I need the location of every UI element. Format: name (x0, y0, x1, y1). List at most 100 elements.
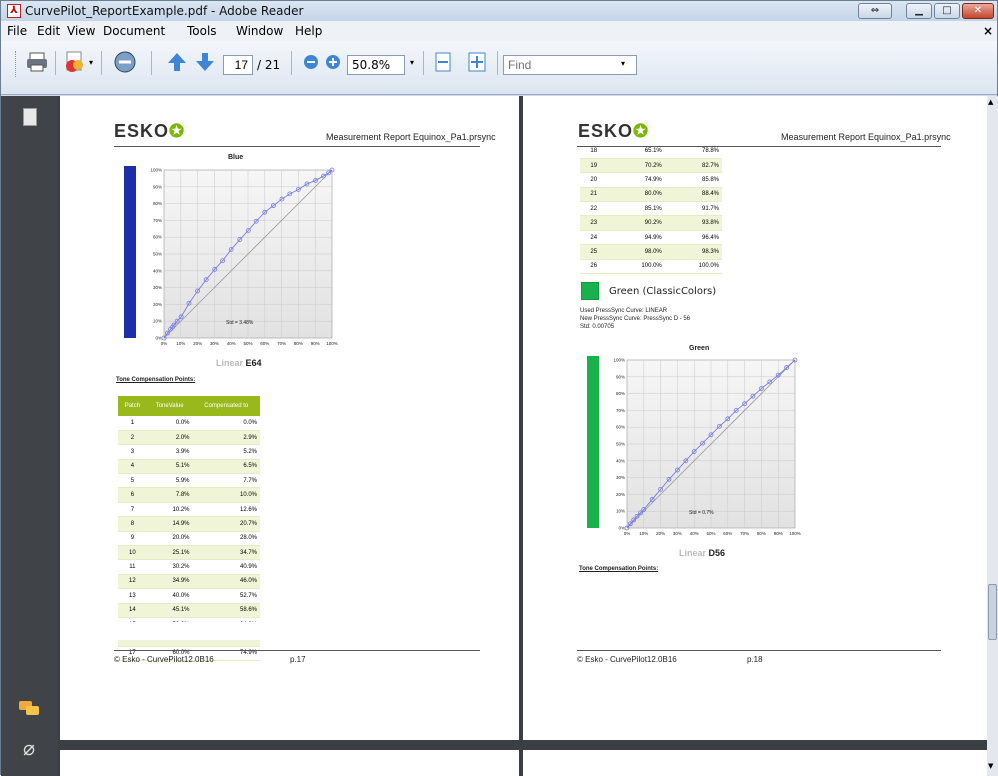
tonevalue-cell: 7.8% (146, 487, 193, 503)
patch-cell: 14 (118, 603, 147, 618)
zoom-chevron-down-icon[interactable]: ▾ (410, 58, 414, 67)
menu-tools[interactable]: Tools (187, 24, 217, 38)
y-tick-label: 10% (153, 319, 162, 324)
menu-edit[interactable]: Edit (37, 24, 60, 38)
menu-bar: File Edit View Document Tools Window Hel… (1, 21, 997, 41)
scroll-up-arrow-icon[interactable]: ▲ (988, 98, 993, 106)
y-tick-label: 70% (153, 218, 162, 223)
x-tick-label: 40% (227, 341, 236, 346)
y-tick-label: 30% (616, 475, 625, 480)
zoom-level-select[interactable]: 50.8% (347, 55, 405, 75)
compensated-cell: 91.7% (664, 201, 722, 217)
close-window-button[interactable]: ✕ (962, 3, 994, 19)
collaborate-icon[interactable] (113, 50, 137, 74)
tonevalue-cell: 2.0% (146, 430, 193, 446)
y-tick-label: 0% (155, 336, 162, 341)
table-row: 12 34.9% 46.0% (118, 574, 260, 590)
navigation-panel: ⌀ (1, 96, 58, 776)
patch-cell: 20 (580, 172, 608, 188)
x-tick-label: 60% (723, 531, 732, 536)
page-total: / 21 (257, 58, 281, 72)
patch-cell: 19 (580, 158, 608, 174)
tonevalue-cell: 20.0% (146, 531, 193, 547)
y-tick-label: 60% (616, 425, 625, 430)
next-page-icon[interactable] (193, 50, 217, 74)
x-tick-label: 30% (210, 341, 219, 346)
y-tick-label: 40% (153, 268, 162, 273)
toolbar-grip[interactable] (15, 51, 18, 77)
y-tick-label: 50% (616, 442, 625, 447)
find-input[interactable] (503, 55, 637, 75)
x-tick-label: 40% (690, 531, 699, 536)
maximize-button[interactable]: □ (934, 3, 960, 19)
curve-type-label: Linear (216, 358, 244, 368)
scroll-down-arrow-icon[interactable]: ▼ (988, 762, 993, 770)
scroll-thumb[interactable] (988, 584, 997, 640)
report-title: Measurement Report Equinox_Pa1.prsync (326, 132, 496, 142)
fit-width-icon[interactable] (431, 50, 455, 74)
x-tick-label: 30% (673, 531, 682, 536)
new-curve-text: New PressSync Curve: PressSync D - 56 (580, 316, 691, 322)
menu-help[interactable]: Help (295, 24, 322, 38)
patch-cell: 23 (580, 215, 608, 231)
menu-document[interactable]: Document (103, 24, 165, 38)
chevron-down-icon[interactable]: ▾ (89, 58, 93, 67)
x-tick-label: 90% (774, 531, 783, 536)
x-tick-label: 100% (326, 341, 338, 346)
chart-heading: Green (689, 345, 710, 352)
menu-window[interactable]: Window (236, 24, 283, 38)
tonevalue-cell: 98.0% (607, 244, 665, 260)
pages-icon[interactable] (23, 108, 37, 126)
page-18: ESKO✪ Measurement Report Equinox_Pa1.prs… (523, 96, 987, 740)
std-text: Std: 0.00705 (580, 324, 615, 330)
previous-page-icon[interactable] (165, 50, 189, 74)
table-row: 6 7.8% 10.0% (118, 487, 260, 503)
patch-cell: 6 (118, 487, 147, 503)
vertical-scrollbar[interactable]: ▲ ▼ (987, 96, 998, 776)
table-row: 24 94.9% 96.4% (580, 230, 722, 246)
zoom-in-icon[interactable] (321, 50, 345, 74)
restore-tile-button[interactable]: ⇔ (858, 3, 892, 19)
x-tick-label: 100% (789, 531, 801, 536)
compensated-cell: 10.0% (192, 487, 260, 503)
tonevalue-cell: 40.0% (146, 588, 193, 604)
find-chevron-down-icon[interactable]: ▾ (621, 59, 625, 68)
table-row: 22 85.1% 91.7% (580, 201, 722, 217)
tonevalue-cell: 34.9% (146, 574, 193, 590)
patch-cell: 4 (118, 459, 147, 475)
menu-view[interactable]: View (67, 24, 95, 38)
page-17: ESKO✪ Measurement Report Equinox_Pa1.prs… (60, 96, 519, 740)
footer-copyright: © Esko - CurvePilot12.0B16 (577, 655, 677, 664)
menu-file[interactable]: File (7, 24, 27, 38)
y-tick-label: 70% (616, 408, 625, 413)
comments-icon[interactable] (19, 701, 41, 717)
patch-cell: 10 (118, 545, 147, 561)
patch-cell: 13 (118, 588, 147, 604)
print-icon[interactable] (25, 50, 49, 74)
curve-caption: Linear E64 (216, 358, 262, 368)
zoom-out-icon[interactable] (299, 50, 323, 74)
table-row: 25 98.0% 98.3% (580, 244, 722, 260)
tonevalue-cell: 45.1% (146, 603, 193, 618)
y-tick-label: 90% (616, 374, 625, 379)
attachments-icon[interactable]: ⌀ (23, 736, 35, 760)
adobe-reader-window: ⅄ CurvePilot_ReportExample.pdf - Adobe R… (0, 0, 998, 776)
green-color-bar (587, 356, 599, 528)
x-tick-label: 50% (706, 531, 715, 536)
close-document-icon[interactable]: × (983, 24, 993, 38)
toolbar: ▾ / 21 50.8% ▾ ▾ (1, 41, 997, 95)
minimize-button[interactable]: ▁ (906, 3, 932, 19)
tonevalue-cell: 100.0% (607, 259, 665, 275)
document-viewer[interactable]: ESKO✪ Measurement Report Equinox_Pa1.prs… (58, 96, 987, 776)
table-row: 3 3.9% 5.2% (118, 444, 260, 460)
page-number-input[interactable] (223, 55, 253, 75)
esko-logo: ESKO✪ (578, 121, 650, 141)
x-tick-label: 90% (311, 341, 320, 346)
curve-name-label: E64 (245, 358, 262, 368)
esko-logo: ESKO✪ (114, 121, 186, 141)
compensated-cell: 6.5% (192, 459, 260, 475)
col-tonevalue: ToneValue (146, 396, 193, 416)
fit-page-icon[interactable] (465, 50, 489, 74)
create-pdf-icon[interactable] (63, 50, 87, 74)
tonevalue-cell: 90.2% (607, 215, 665, 231)
